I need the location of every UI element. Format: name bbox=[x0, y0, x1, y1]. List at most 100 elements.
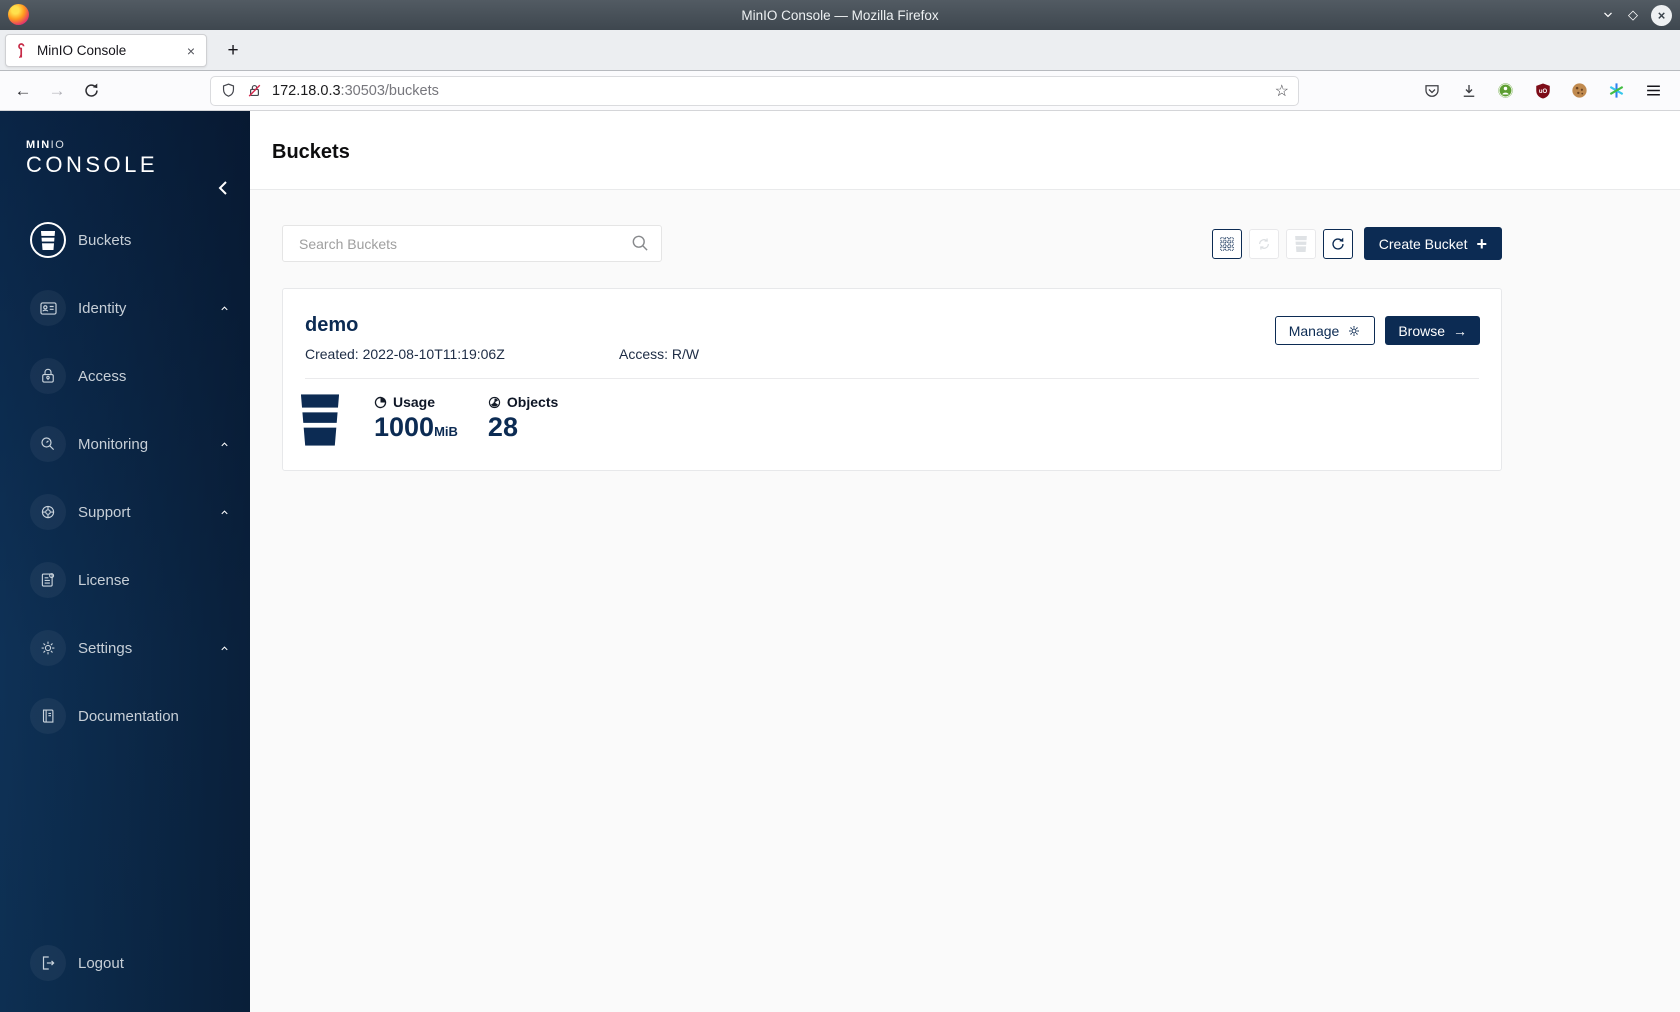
chevron-up-icon[interactable] bbox=[219, 303, 230, 314]
chevron-up-icon[interactable] bbox=[219, 439, 230, 450]
bucket-large-icon bbox=[299, 394, 341, 446]
insecure-lock-icon[interactable] bbox=[246, 82, 263, 99]
usage-pie-icon bbox=[374, 396, 387, 408]
identity-card-icon bbox=[30, 290, 66, 326]
bucket-icon bbox=[30, 222, 66, 258]
objects-metric: Objects 28 bbox=[488, 394, 558, 446]
browse-button[interactable]: Browse → bbox=[1385, 316, 1480, 345]
sidebar-item-label: Buckets bbox=[78, 231, 132, 249]
bucket-access: Access: R/W bbox=[619, 346, 700, 362]
sidebar-item-monitoring[interactable]: Monitoring bbox=[30, 426, 236, 462]
logo-min: MIN bbox=[26, 139, 51, 151]
sidebar-item-support[interactable]: Support bbox=[30, 494, 236, 530]
tracking-shield-icon[interactable] bbox=[220, 82, 237, 99]
tab-bar: MinIO Console × + bbox=[0, 30, 1680, 71]
url-text: 172.18.0.3:30503/buckets bbox=[272, 83, 1275, 99]
sidebar-item-documentation[interactable]: Documentation bbox=[30, 698, 236, 734]
minimize-window-button[interactable] bbox=[1601, 8, 1615, 22]
menu-hamburger-icon[interactable] bbox=[1639, 76, 1668, 105]
new-tab-button[interactable]: + bbox=[220, 38, 246, 64]
chevron-up-icon[interactable] bbox=[219, 507, 230, 518]
logo-console: CONSOLE bbox=[26, 152, 159, 177]
privacy-extension-icon[interactable] bbox=[1491, 76, 1520, 105]
objects-label: Objects bbox=[506, 394, 559, 410]
usage-value: 1000 bbox=[374, 412, 435, 442]
replication-arrows-button[interactable] bbox=[1248, 228, 1279, 259]
browse-label: Browse bbox=[1398, 322, 1445, 339]
sidebar-item-logout[interactable]: Logout bbox=[30, 945, 124, 981]
cookie-extension-icon[interactable] bbox=[1565, 76, 1594, 105]
chevron-up-icon[interactable] bbox=[219, 643, 230, 654]
url-host: 172.18.0.3 bbox=[272, 82, 341, 99]
firefox-window: MinIO Console — Mozilla Firefox ◇ × MinI… bbox=[0, 0, 1680, 1012]
minio-favicon-icon bbox=[18, 42, 25, 58]
reload-button[interactable] bbox=[76, 76, 106, 106]
sidebar: MINIO CONSOLE Buckets Identity Access Mo… bbox=[0, 111, 250, 1012]
objects-value: 28 bbox=[487, 412, 518, 442]
close-window-button[interactable]: × bbox=[1651, 4, 1672, 26]
forward-button[interactable]: → bbox=[42, 76, 72, 106]
page-header: Buckets bbox=[250, 111, 1680, 190]
downloads-icon[interactable] bbox=[1454, 76, 1483, 105]
bucket-created: Created: 2022-08-10T11:19:06Z bbox=[305, 346, 505, 362]
sidebar-item-label: Support bbox=[78, 503, 131, 521]
usage-metric: Usage 1000MiB bbox=[374, 394, 458, 446]
objects-icon bbox=[488, 396, 501, 408]
url-bar[interactable]: 172.18.0.3:30503/buckets ☆ bbox=[210, 75, 1299, 106]
colorful-extension-icon[interactable] bbox=[1602, 76, 1631, 105]
minio-console-logo: MINIO CONSOLE bbox=[26, 139, 250, 195]
logout-icon bbox=[30, 945, 66, 981]
browser-toolbar: ← → 172.18.0.3:30503/buckets ☆ uO bbox=[0, 71, 1680, 111]
delete-buckets-button[interactable] bbox=[1285, 228, 1316, 259]
license-document-icon bbox=[30, 562, 66, 598]
tab-title: MinIO Console bbox=[37, 43, 127, 58]
collapse-sidebar-icon[interactable] bbox=[216, 179, 230, 197]
back-button[interactable]: ← bbox=[8, 76, 38, 106]
close-tab-icon[interactable]: × bbox=[184, 43, 198, 59]
lock-user-icon bbox=[30, 358, 66, 394]
page-body: Create Bucket + demo Created: 2022-08-10… bbox=[250, 190, 1680, 1012]
gear-icon bbox=[1349, 325, 1360, 336]
arrow-right-icon: → bbox=[1453, 322, 1467, 339]
window-title: MinIO Console — Mozilla Firefox bbox=[741, 7, 939, 23]
page-title: Buckets bbox=[272, 141, 350, 163]
sidebar-item-settings[interactable]: Settings bbox=[30, 630, 236, 666]
bucket-card: demo Created: 2022-08-10T11:19:06Z Acces… bbox=[282, 288, 1502, 471]
search-input[interactable] bbox=[282, 225, 662, 262]
pocket-icon[interactable] bbox=[1417, 76, 1446, 105]
gear-icon bbox=[30, 630, 66, 666]
sidebar-item-label: License bbox=[78, 571, 130, 589]
sidebar-item-label: Logout bbox=[78, 954, 124, 972]
grid-view-button[interactable] bbox=[1211, 228, 1242, 259]
sidebar-item-identity[interactable]: Identity bbox=[30, 290, 236, 326]
magnifier-gauge-icon bbox=[30, 426, 66, 462]
ublock-origin-icon[interactable]: uO bbox=[1528, 76, 1557, 105]
logo-io: IO bbox=[50, 139, 66, 151]
sidebar-item-label: Identity bbox=[78, 299, 127, 317]
maximize-window-button[interactable]: ◇ bbox=[1628, 7, 1638, 23]
sidebar-item-license[interactable]: License bbox=[30, 562, 236, 598]
url-path: :30503/buckets bbox=[340, 82, 439, 99]
svg-text:uO: uO bbox=[1538, 88, 1547, 94]
bookmark-star-icon[interactable]: ☆ bbox=[1275, 81, 1289, 101]
sidebar-menu: Buckets Identity Access Monitoring Suppo… bbox=[0, 222, 250, 734]
window-titlebar: MinIO Console — Mozilla Firefox ◇ × bbox=[0, 0, 1680, 30]
manage-button[interactable]: Manage bbox=[1274, 316, 1376, 345]
sidebar-item-access[interactable]: Access bbox=[30, 358, 236, 394]
sidebar-item-label: Documentation bbox=[78, 707, 179, 725]
main-content: Buckets Search Buckets Create Bucket + d… bbox=[250, 111, 1680, 1012]
plus-icon: + bbox=[1476, 233, 1487, 254]
card-divider bbox=[305, 378, 1479, 379]
tab-minio-console[interactable]: MinIO Console × bbox=[5, 34, 207, 67]
manage-label: Manage bbox=[1288, 322, 1340, 339]
create-bucket-button[interactable]: Create Bucket + bbox=[1363, 227, 1502, 260]
sidebar-item-label: Monitoring bbox=[78, 435, 149, 453]
buckets-toolbar: Create Bucket + bbox=[282, 225, 1502, 262]
refresh-button[interactable] bbox=[1322, 228, 1353, 259]
usage-unit: MiB bbox=[434, 424, 458, 439]
usage-label: Usage bbox=[393, 394, 436, 410]
documentation-book-icon bbox=[30, 698, 66, 734]
search-icon bbox=[630, 233, 650, 253]
sidebar-item-buckets[interactable]: Buckets bbox=[30, 222, 236, 258]
create-bucket-label: Create Bucket bbox=[1378, 235, 1468, 252]
